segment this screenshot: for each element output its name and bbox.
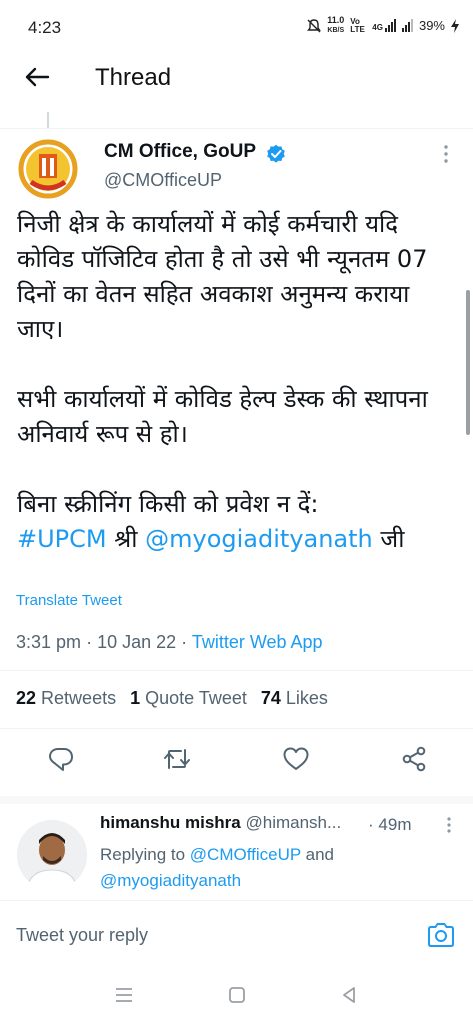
share-icon[interactable] bbox=[399, 744, 429, 774]
tweet-text: निजी क्षेत्र के कार्यालयों में कोई कर्मच… bbox=[17, 207, 457, 557]
author-name[interactable]: CM Office, GoUP bbox=[104, 141, 256, 163]
app-header: Thread bbox=[0, 56, 473, 106]
thread-connector-line bbox=[47, 112, 49, 128]
signal-4g: 4G bbox=[372, 19, 396, 32]
replying-to-link[interactable]: @myogiadityanath bbox=[100, 871, 241, 890]
system-nav-bar bbox=[0, 966, 473, 1024]
tweet-time: 3:31 pm bbox=[16, 632, 82, 652]
tweet-source-link[interactable]: Twitter Web App bbox=[192, 632, 323, 652]
divider bbox=[0, 128, 473, 129]
tweet-stats: 22 Retweets 1 Quote Tweet 74 Likes bbox=[16, 688, 328, 709]
author-handle[interactable]: @CMOfficeUP bbox=[104, 170, 222, 191]
back-nav-icon[interactable] bbox=[338, 984, 360, 1006]
retweet-icon[interactable] bbox=[162, 744, 192, 774]
verified-badge-icon bbox=[267, 144, 285, 163]
divider bbox=[0, 670, 473, 671]
person-photo bbox=[17, 820, 87, 890]
tweet-paragraph: निजी क्षेत्र के कार्यालयों में कोई कर्मच… bbox=[17, 210, 428, 343]
replying-to: Replying to @CMOfficeUP and @myogiaditya… bbox=[100, 845, 335, 890]
tweet-paragraph: सभी कार्यालयों में कोविड हेल्प डेस्क की … bbox=[17, 385, 428, 448]
replying-to-link[interactable]: @CMOfficeUP bbox=[190, 845, 301, 864]
more-vertical-icon[interactable] bbox=[436, 142, 456, 166]
likes-stat[interactable]: 74 Likes bbox=[261, 688, 328, 709]
reply-icon[interactable] bbox=[46, 744, 76, 774]
back-arrow-icon[interactable] bbox=[22, 62, 52, 92]
status-bar: 4:23 11.0 KB/S Vo LTE 4G 39% bbox=[0, 0, 473, 56]
more-vertical-icon[interactable] bbox=[440, 815, 458, 835]
reply-composer[interactable]: Tweet your reply bbox=[0, 900, 473, 966]
tweet-actions bbox=[0, 744, 473, 778]
signal-bars bbox=[401, 19, 413, 32]
quote-tweet-stat[interactable]: 1 Quote Tweet bbox=[130, 688, 247, 709]
reply-author-avatar[interactable] bbox=[17, 820, 87, 890]
network-speed: 11.0 KB/S bbox=[327, 15, 345, 35]
retweets-stat[interactable]: 22 Retweets bbox=[16, 688, 116, 709]
recents-icon[interactable] bbox=[113, 984, 135, 1006]
camera-icon[interactable] bbox=[426, 921, 456, 949]
page-title: Thread bbox=[95, 64, 172, 91]
reply-author-handle[interactable]: @himansh... bbox=[246, 813, 342, 832]
battery-level: 39% bbox=[418, 18, 445, 33]
tweet-meta: 3:31 pm · 10 Jan 22 · Twitter Web App bbox=[16, 632, 323, 652]
reply-input[interactable]: Tweet your reply bbox=[16, 925, 148, 946]
hashtag-link[interactable]: #UPCM bbox=[17, 525, 107, 553]
mute-icon bbox=[307, 18, 322, 32]
volte-indicator: Vo LTE bbox=[350, 16, 365, 34]
status-time: 4:23 bbox=[28, 18, 62, 37]
scrollbar[interactable] bbox=[466, 290, 470, 435]
up-govt-logo bbox=[17, 138, 79, 200]
status-icons: 11.0 KB/S Vo LTE 4G 39% bbox=[307, 16, 459, 35]
section-separator bbox=[0, 796, 473, 804]
tweet-paragraph: बिना स्क्रीनिंग किसी को प्रवेश न दें: #U… bbox=[17, 490, 405, 553]
tweet-date: 10 Jan 22 bbox=[97, 632, 177, 652]
divider bbox=[0, 728, 473, 729]
translate-tweet-link[interactable]: Translate Tweet bbox=[16, 592, 122, 609]
author-avatar[interactable] bbox=[17, 138, 79, 200]
home-icon[interactable] bbox=[226, 984, 248, 1006]
reply-time: · 49m bbox=[368, 815, 412, 834]
like-icon[interactable] bbox=[281, 744, 311, 774]
mention-link[interactable]: @myogiadityanath bbox=[145, 525, 373, 553]
reply-author-name[interactable]: himanshu mishra bbox=[100, 813, 241, 832]
charging-icon bbox=[451, 18, 459, 33]
